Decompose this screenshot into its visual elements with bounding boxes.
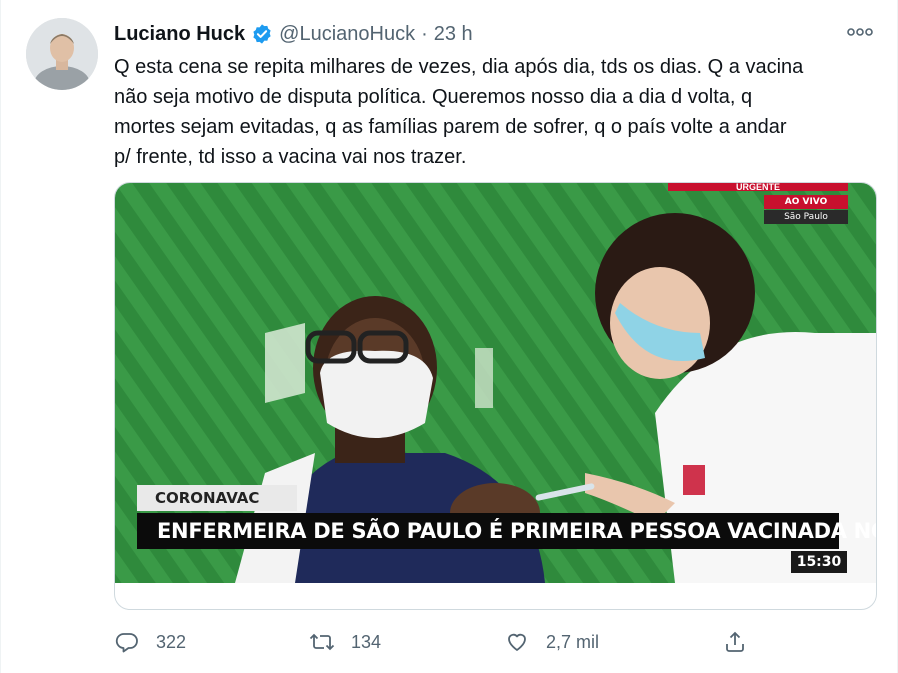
tweet-text-line: mortes sejam evitadas, q as famílias par… bbox=[114, 116, 787, 138]
tweet-text-line: Q esta cena se repita milhares de vezes,… bbox=[114, 56, 804, 78]
tweet-text: Q esta cena se repita milhares de vezes,… bbox=[114, 52, 874, 172]
author-handle[interactable]: @LucianoHuck bbox=[279, 23, 415, 46]
tweet-text-line: não seja motivo de disputa política. Que… bbox=[114, 86, 753, 108]
broadcast-tag: CORONAVAC bbox=[137, 485, 297, 511]
retweet-button[interactable]: 134 bbox=[309, 622, 381, 662]
live-label: AO VIVO bbox=[764, 195, 848, 209]
avatar-image bbox=[26, 18, 98, 90]
tweet-actions: 322 134 2,7 mil bbox=[114, 622, 764, 662]
broadcast-clock: 15:30 bbox=[791, 551, 847, 573]
media-photo: URGENTE AO VIVO São Paulo CORONAVAC ENFE… bbox=[115, 183, 876, 583]
broadcast-headline: ENFERMEIRA DE SÃO PAULO É PRIMEIRA PESSO… bbox=[137, 513, 876, 549]
more-horizontal-icon[interactable] bbox=[843, 18, 877, 46]
author-name[interactable]: Luciano Huck bbox=[114, 23, 245, 46]
city-label: São Paulo bbox=[764, 210, 848, 224]
reply-count: 322 bbox=[156, 631, 187, 652]
heart-icon bbox=[504, 629, 530, 655]
reply-icon bbox=[114, 629, 140, 655]
tweet-card[interactable]: Luciano Huck @LucianoHuck · 23 h Q esta … bbox=[0, 0, 898, 673]
avatar[interactable] bbox=[26, 18, 98, 90]
urgent-label: URGENTE bbox=[668, 183, 848, 191]
like-count: 2,7 mil bbox=[546, 631, 600, 652]
tweet-media[interactable]: URGENTE AO VIVO São Paulo CORONAVAC ENFE… bbox=[114, 182, 877, 610]
tweet-header: Luciano Huck @LucianoHuck · 23 h bbox=[114, 20, 473, 48]
like-button[interactable]: 2,7 mil bbox=[504, 622, 599, 662]
share-button[interactable] bbox=[722, 622, 748, 662]
tweet-timestamp[interactable]: 23 h bbox=[434, 23, 473, 46]
separator-dot: · bbox=[421, 22, 428, 45]
reply-button[interactable]: 322 bbox=[114, 622, 186, 662]
tweet-text-line: p/ frente, td isso a vacina vai nos traz… bbox=[114, 146, 467, 168]
retweet-count: 134 bbox=[351, 631, 382, 652]
share-icon bbox=[722, 629, 748, 655]
verified-badge-icon bbox=[251, 23, 273, 45]
retweet-icon bbox=[309, 629, 335, 655]
